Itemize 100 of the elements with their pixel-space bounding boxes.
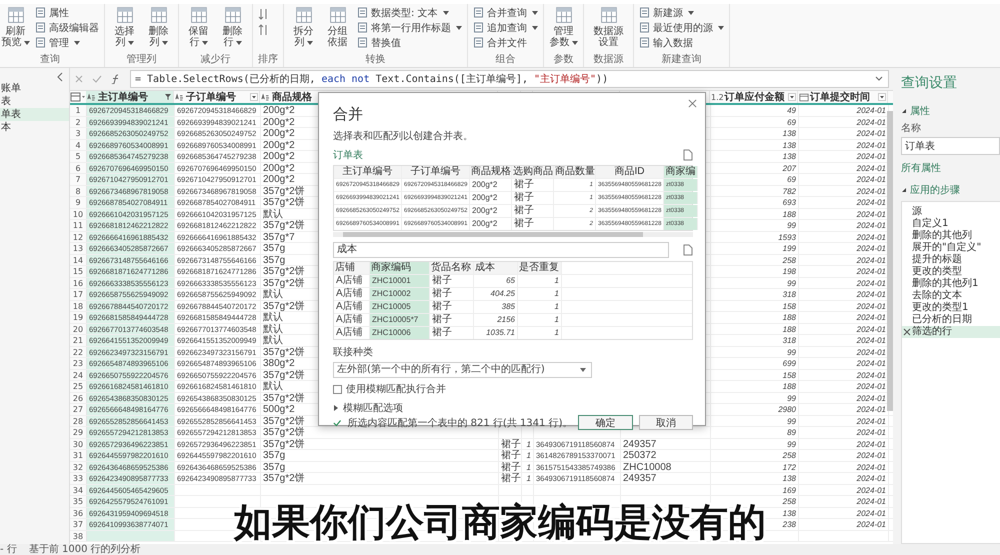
document-icon[interactable] [683,149,693,161]
step-item[interactable]: 提升的标题 [902,254,1000,266]
ribbon-button[interactable]: 删除列 [144,6,173,48]
field-label: 联接种类 [333,346,374,359]
ribbon-button[interactable]: 选择列 [110,6,139,48]
table-menu-icon[interactable] [70,91,86,103]
table-cell: ZHC10005*7 [370,314,430,326]
column-header[interactable]: 主订单编号 [86,91,174,103]
step-item[interactable]: 自定义1 [902,218,1000,230]
column-header[interactable]: 货品名称 [430,262,474,274]
scrollbar-thumb[interactable] [343,232,643,237]
ribbon-button[interactable]: 刷新预览 [1,6,30,48]
table-cell: 404.25 [474,288,518,300]
group-label: 组合 [494,54,516,67]
ribbon-button[interactable]: 管理参数 [549,6,578,48]
dropdown-arrow-icon[interactable] [788,93,796,101]
ribbon-button[interactable]: 属性 [35,6,99,19]
column-header[interactable]: 子订单编号 [174,91,260,103]
table-cell: 158 [711,300,799,311]
group-label: 管理列 [126,54,158,67]
check-icon [333,418,342,426]
ribbon-button[interactable]: 保留行 [184,6,213,48]
column-header[interactable]: 子订单编号 [402,166,470,178]
ribbon-button[interactable]: 新建源 [639,6,724,19]
calendar-icon[interactable] [799,92,809,102]
name-field[interactable]: 订单表 [901,137,1000,155]
scrollbar[interactable] [887,111,893,411]
expand-triangle-icon[interactable] [901,187,907,193]
table-cell: 89 [711,427,799,438]
fuzzy-options-toggle[interactable]: 模糊匹配选项 [343,401,403,415]
group-label: 查询 [39,54,61,67]
check-icon[interactable] [92,74,102,84]
ribbon-button[interactable]: 拆分列 [289,6,318,48]
close-icon[interactable] [688,99,697,108]
step-item[interactable]: 筛选的行 [902,326,1000,338]
dropdown-arrow-icon[interactable] [250,93,258,101]
query-item[interactable]: 表 [0,95,69,108]
ribbon-button[interactable]: 删除行 [218,6,247,48]
row-number: 35 [70,496,87,506]
step-item[interactable]: 更改的类型 [902,266,1000,278]
table-cell: 188 [711,324,799,334]
formula-field[interactable]: = Table.SelectRows(已分析的日期, each not Text.Contains([主订单编号], "主订单编号")) [130,70,889,88]
table-cell: 1593 [711,232,799,242]
table-cell: 裙子 [430,288,474,300]
step-item[interactable]: 去除的文本 [902,290,1000,302]
step-item[interactable]: 源 [902,206,1000,218]
query-item[interactable]: 单表 [0,108,69,121]
dropdown-arrow-icon[interactable] [878,93,886,101]
table-cell: 99 [711,346,799,357]
query-item[interactable]: 本 [0,121,69,134]
table-cell: 200g*2 [470,218,512,230]
row-number: 1 [70,105,87,116]
filter-icon[interactable] [164,93,172,101]
step-item[interactable]: 删除的其他列1 [902,278,1000,290]
step-item[interactable]: 已分析的日期 [902,314,1000,326]
profiling-status: 基于前 1000 行的列分析 [28,544,141,555]
ribbon-button[interactable]: 替换值 [357,36,462,49]
delete-icon[interactable] [903,328,911,336]
expand-triangle-icon[interactable] [333,405,339,411]
checkbox[interactable] [333,384,342,394]
dialog-button[interactable]: 取消 [638,415,693,430]
ribbon-button[interactable]: 合并文件 [473,36,538,49]
table-icon [600,6,618,24]
step-item[interactable]: 更改的类型1 [902,302,1000,314]
ribbon-button[interactable]: 合并查询 [473,6,538,19]
table-cell: 198 [711,266,799,276]
ribbon-button[interactable]: 追加查询 [473,21,538,34]
text-type-icon[interactable] [261,92,271,102]
ribbon-button[interactable]: 数据类型: 文本 [357,6,462,19]
row-number: 32 [70,462,87,472]
ribbon-button[interactable]: 分组依据 [323,6,352,48]
step-item[interactable]: 删除的其他列 [902,230,1000,242]
ribbon-button[interactable]: 将第一行用作标题 [357,21,462,34]
ribbon-button[interactable]: 最近使用的源 [639,21,724,34]
column-header[interactable]: 订单提交时间 [798,91,888,103]
number-type-label[interactable]: 1.2 [711,92,724,102]
chevron-left-icon[interactable] [57,72,63,82]
all-properties-link[interactable]: 所有属性 [901,161,941,175]
table-cell: 1 [518,275,562,287]
ribbon-button[interactable]: 管理 [35,36,99,49]
expand-triangle-icon[interactable] [901,108,907,114]
step-item[interactable]: 展开的"自定义" [902,242,1000,254]
join-kind-select[interactable]: 左外部(第一个中的所有行，第二个中的匹配行) [333,362,592,378]
chevron-down-icon[interactable] [875,76,883,81]
column-header[interactable]: 成本 [474,262,518,274]
query-item[interactable]: 账单 [0,82,69,95]
text-type-icon[interactable] [87,92,97,102]
ribbon-button[interactable]: 高级编辑器 [35,21,99,34]
table-cell: 699 [711,358,799,368]
ribbon-button[interactable]: 输入数据 [639,36,724,49]
ribbon-button[interactable]: 数据源设置 [589,6,628,48]
row-number: 6 [70,162,87,173]
text-type-icon[interactable] [175,92,185,102]
dialog-button[interactable]: 确定 [578,415,633,430]
row-number: 10 [70,208,87,219]
document-icon[interactable] [683,244,693,256]
column-header[interactable]: 1.2订单应付金额 [710,91,798,103]
column-header[interactable]: 是否重复 [518,262,562,274]
field-label: 名称 [901,122,922,135]
table-select[interactable]: 成本 [333,242,669,258]
